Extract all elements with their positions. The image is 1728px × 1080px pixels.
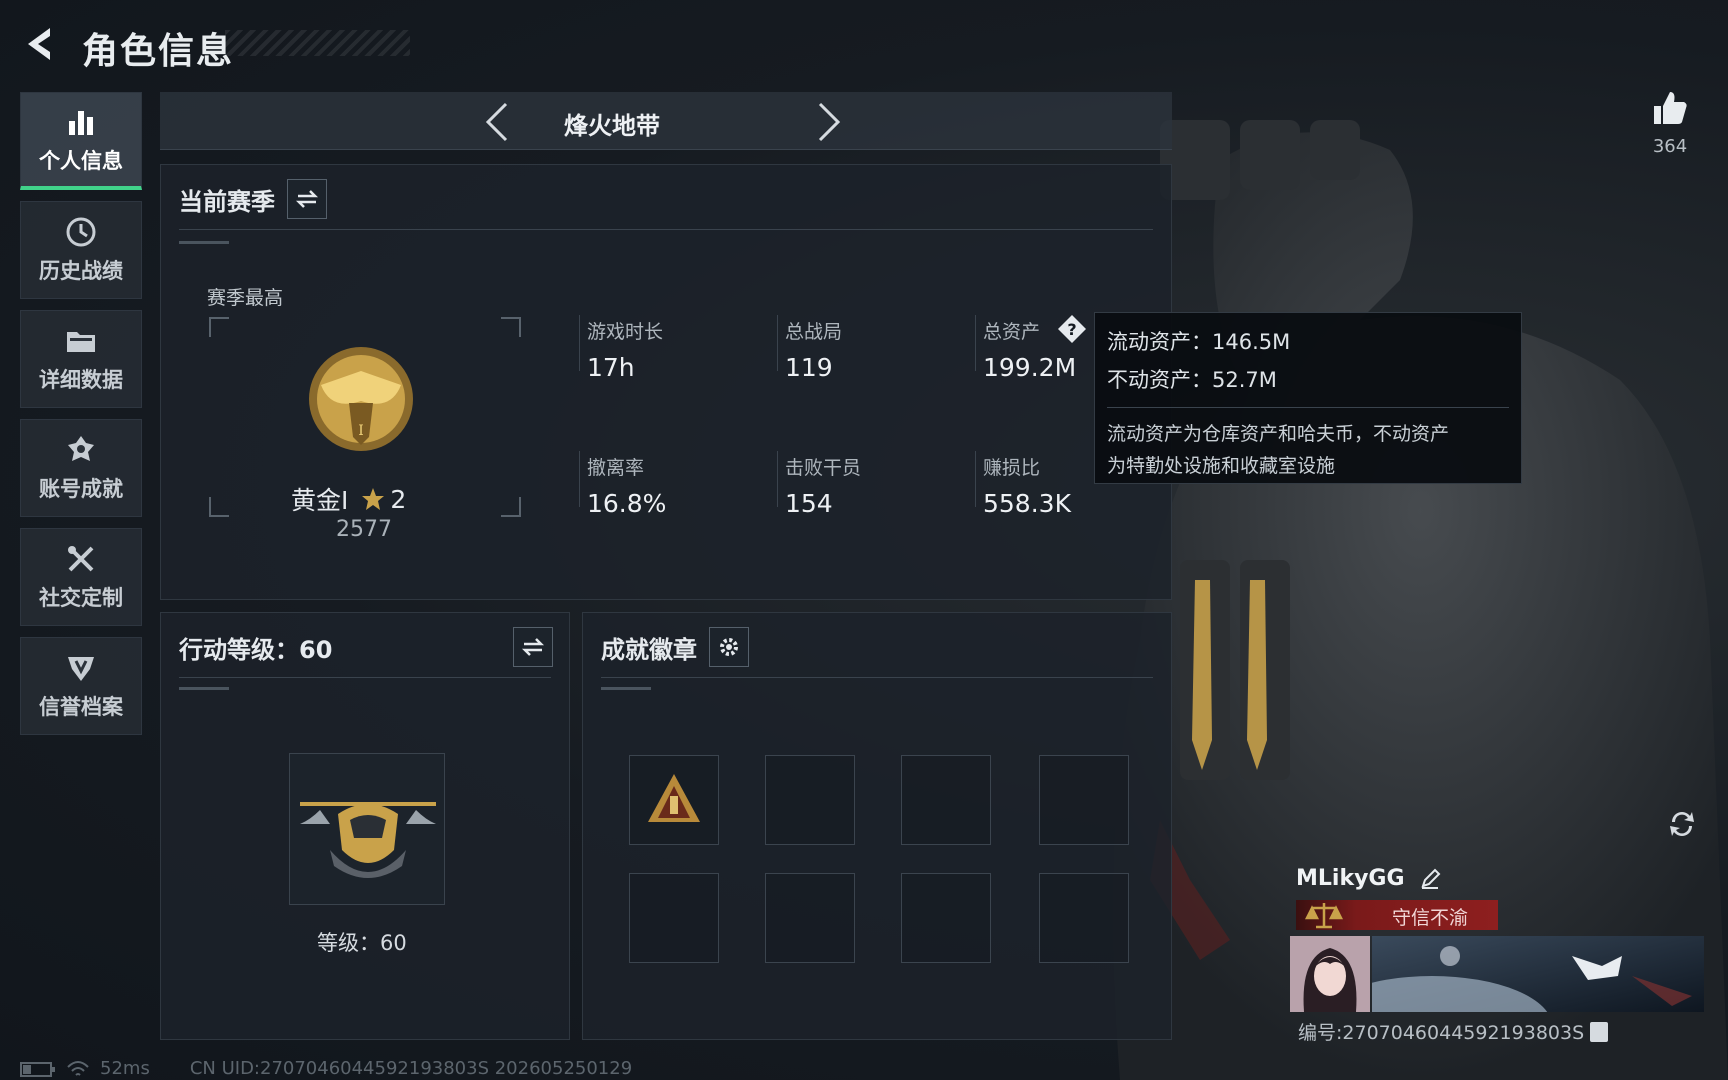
wifi-icon: [67, 1060, 89, 1076]
tools-icon: [68, 546, 94, 572]
sidebar-item-label: 信誉档案: [39, 695, 123, 719]
tooltip-desc-line1: 流动资产为仓库资产和哈夫币，不动资产: [1107, 423, 1450, 445]
level-text: 等级：60: [317, 931, 407, 955]
status-footer: 52ms CN UID:2707046044592193803S 2026052…: [20, 1058, 644, 1079]
rank-score: 2577: [336, 517, 392, 542]
achievement-slot[interactable]: [629, 755, 719, 845]
action-level-panel: 行动等级：60 等级：60: [160, 612, 570, 1040]
swap-icon: [295, 190, 319, 208]
back-button[interactable]: [20, 24, 60, 64]
player-id-group: 编号:2707046044592193803S: [1298, 1018, 1609, 1045]
stat-value: 199.2M: [983, 353, 1077, 382]
page-title: 角色信息: [82, 31, 235, 72]
achievement-slot[interactable]: [765, 873, 855, 963]
achievement-slot[interactable]: [765, 755, 855, 845]
rank-name: 黄金I: [291, 486, 349, 515]
like-count: 364: [1652, 136, 1688, 157]
sidebar-item-label: 历史战绩: [39, 259, 123, 283]
achievement-slot[interactable]: [901, 873, 991, 963]
tooltip-liquid: 流动资产：146.5M: [1107, 330, 1291, 354]
rank-name-group: 黄金I 2: [291, 481, 406, 517]
history-icon: [66, 217, 96, 247]
stat-value: 154: [785, 489, 833, 518]
achievements-title: 成就徽章: [601, 635, 697, 664]
achievement-slot[interactable]: [901, 755, 991, 845]
stat-label: 撤离率: [587, 457, 645, 479]
thumbs-up-icon: [1654, 92, 1687, 124]
mode-next-button[interactable]: [810, 100, 846, 144]
achievements-settings-button[interactable]: [709, 627, 749, 667]
season-switch-button[interactable]: [287, 179, 327, 219]
sidebar-item-label: 详细数据: [39, 368, 123, 392]
stat-label: 赚损比: [983, 457, 1041, 479]
credit-shield-icon: [68, 657, 94, 681]
sidebar-item-details[interactable]: 详细数据: [20, 310, 142, 408]
sidebar-item-profile[interactable]: 个人信息: [20, 92, 142, 190]
tooltip-desc-line2: 为特勤处设施和收藏室设施: [1107, 455, 1336, 477]
stat-label: 总战局: [785, 321, 843, 343]
achievement-slot[interactable]: [629, 873, 719, 963]
sidebar-item-achievements[interactable]: 账号成就: [20, 419, 142, 517]
sidebar-item-history[interactable]: 历史战绩: [20, 201, 142, 299]
helicopter-badge-icon: [300, 802, 436, 878]
star-icon: [362, 488, 385, 510]
season-panel: 当前赛季 赛季最高 I 黄金I 2 2577 游戏时长 17h 总战局 119: [160, 164, 1172, 600]
season-title: 当前赛季: [179, 187, 275, 216]
folder-icon: [67, 332, 95, 352]
scales-icon: [1304, 903, 1344, 929]
action-level-title: 行动等级：60: [179, 635, 333, 664]
level-badge-frame: [289, 753, 445, 905]
svg-text:?: ?: [1067, 320, 1076, 339]
stat-value: 17h: [587, 353, 635, 382]
stat-label: 总资产: [983, 321, 1041, 343]
sidebar-item-label: 账号成就: [39, 477, 123, 501]
sidebar-item-label: 个人信息: [39, 148, 123, 173]
player-id: 编号:2707046044592193803S: [1298, 1022, 1585, 1044]
mode-switcher: 烽火地带: [160, 92, 1172, 150]
mode-label: 烽火地带: [564, 112, 660, 140]
help-icon[interactable]: ?: [1057, 314, 1087, 344]
player-name-group: MLikyGG: [1296, 866, 1441, 891]
season-best-label: 赛季最高: [207, 287, 284, 309]
rotate-icon[interactable]: [1664, 806, 1700, 842]
sidebar-item-social[interactable]: 社交定制: [20, 528, 142, 626]
action-level-switch-button[interactable]: [513, 627, 553, 667]
sidebar-item-label: 社交定制: [39, 586, 123, 610]
ping-text: 52ms: [100, 1058, 150, 1079]
uid-text: CN UID:2707046044592193803S 202605250129: [189, 1058, 633, 1079]
edit-icon[interactable]: [1419, 868, 1441, 890]
achievement-badge-icon: [648, 774, 700, 822]
swap-icon: [521, 638, 545, 656]
battery-icon: [20, 1061, 55, 1077]
achievements-panel: 成就徽章: [582, 612, 1172, 1040]
avatar[interactable]: [1290, 936, 1370, 1012]
achievement-icon: [68, 436, 94, 461]
tooltip-fixed: 不动资产：52.7M: [1107, 368, 1277, 392]
sidebar-item-credit[interactable]: 信誉档案: [20, 637, 142, 735]
bar-chart-icon: [69, 110, 93, 135]
credit-title: 守信不渝: [1392, 907, 1469, 929]
stat-value: 119: [785, 353, 833, 382]
rank-stars: 2: [390, 484, 407, 514]
title-decoration: [225, 30, 410, 56]
credit-title-bar: 守信不渝: [1296, 900, 1498, 930]
profile-banner: [1372, 936, 1704, 1012]
copy-icon[interactable]: [1590, 1021, 1609, 1042]
svg-text:I: I: [358, 423, 364, 439]
gold-rank-medal-icon: I: [309, 347, 413, 451]
achievement-slot[interactable]: [1039, 755, 1129, 845]
stat-label: 游戏时长: [587, 321, 664, 343]
assets-tooltip: 流动资产：146.5M 不动资产：52.7M 流动资产为仓库资产和哈夫币，不动资…: [1094, 312, 1522, 484]
stat-value: 558.3K: [983, 489, 1071, 518]
like-button[interactable]: 364: [1640, 88, 1700, 157]
stat-value: 16.8%: [587, 489, 667, 518]
gear-icon: [720, 638, 738, 656]
player-name: MLikyGG: [1296, 866, 1405, 891]
achievement-slot[interactable]: [1039, 873, 1129, 963]
sidebar: 个人信息 历史战绩 详细数据 账号成就 社交定制 信誉档案: [20, 92, 142, 746]
stat-label: 击败干员: [785, 457, 862, 479]
